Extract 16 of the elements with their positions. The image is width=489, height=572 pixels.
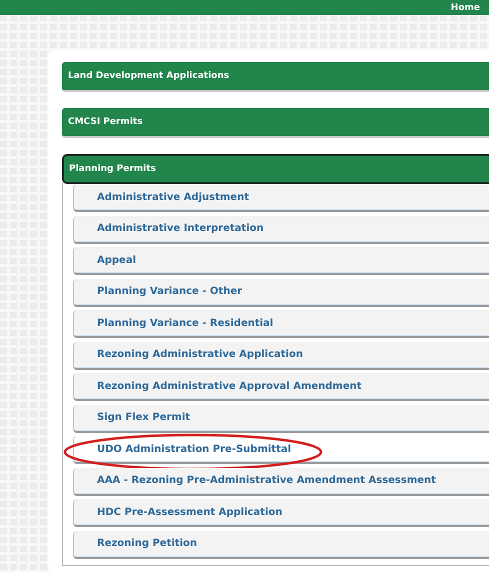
accordion-header[interactable]: Land Development Applications <box>62 62 489 92</box>
permit-list-item[interactable]: HDC Pre-Assessment Application <box>73 499 489 527</box>
permit-list-item[interactable]: Planning Variance - Residential <box>73 310 489 338</box>
permit-list-item[interactable]: Rezoning Petition <box>73 530 489 558</box>
permit-list-item[interactable]: Rezoning Administrative Approval Amendment <box>73 373 489 401</box>
permit-list-item[interactable]: Administrative Adjustment <box>73 184 489 212</box>
permit-list-item[interactable]: AAA - Rezoning Pre-Administrative Amendment Assessment <box>73 468 489 496</box>
permit-list-item[interactable]: Planning Variance - Other <box>73 278 489 306</box>
permit-list-item[interactable]: UDO Administration Pre-Submittal <box>73 436 489 464</box>
permit-list-item[interactable]: Administrative Interpretation <box>73 216 489 244</box>
permit-list-item[interactable]: Appeal <box>73 247 489 275</box>
permit-list-item[interactable]: Sign Flex Permit <box>73 404 489 432</box>
accordion-header[interactable]: Planning Permits <box>62 154 489 184</box>
permit-list-item[interactable]: Rezoning Administrative Application <box>73 342 489 370</box>
home-link[interactable]: Home <box>450 2 480 12</box>
accordion-header[interactable]: CMCSI Permits <box>62 108 489 138</box>
